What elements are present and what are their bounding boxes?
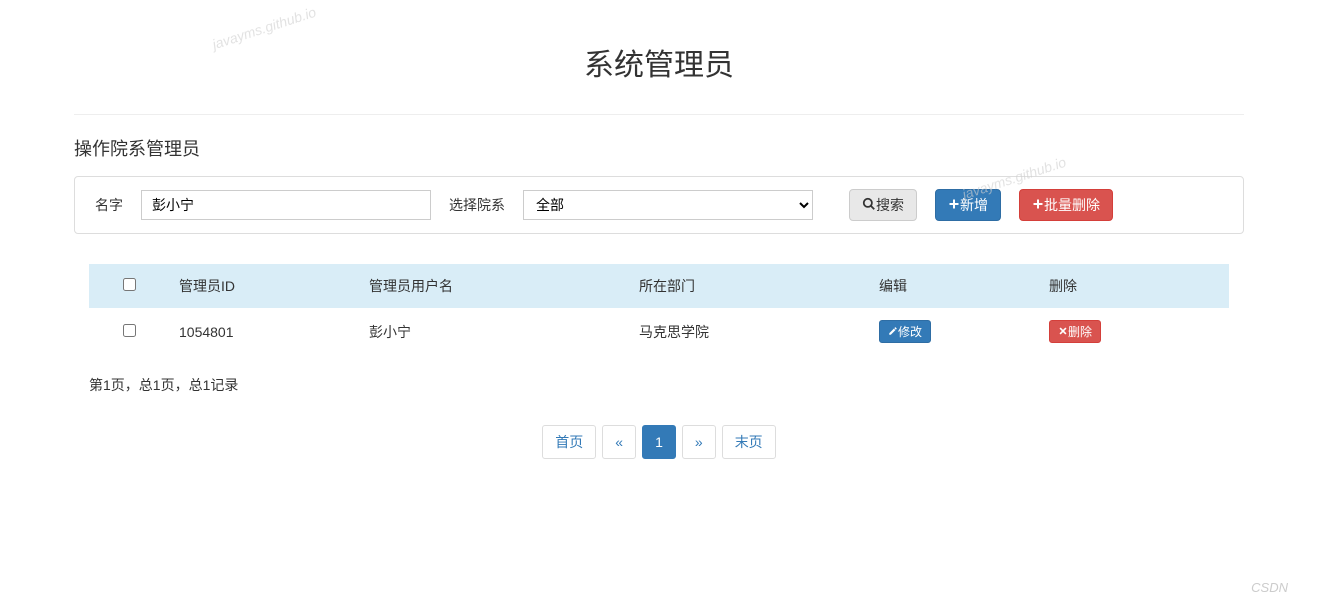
page-prev-button[interactable]: « (602, 425, 636, 459)
dept-label: 选择院系 (449, 195, 505, 215)
table-header-row: 管理员ID 管理员用户名 所在部门 编辑 删除 (89, 264, 1229, 308)
page-first-button[interactable]: 首页 (542, 425, 596, 459)
delete-button-label: 删除 (1068, 323, 1092, 340)
page-last-button[interactable]: 末页 (722, 425, 776, 459)
plus-icon (948, 197, 960, 213)
name-label: 名字 (95, 195, 123, 215)
close-icon (1058, 325, 1068, 339)
dept-select[interactable]: 全部 (523, 190, 813, 220)
search-button[interactable]: 搜索 (849, 189, 917, 221)
add-button-label: 新增 (960, 195, 988, 215)
cell-admin-id: 1054801 (169, 308, 359, 355)
pagination: 首页 « 1 » 末页 (74, 415, 1244, 489)
cell-department: 马克思学院 (629, 308, 869, 355)
page-info: 第1页，总1页，总1记录 (74, 375, 1244, 415)
table-row: 1054801 彭小宁 马克思学院 修改 (89, 308, 1229, 355)
admin-table: 管理员ID 管理员用户名 所在部门 编辑 删除 1054801 彭小宁 马克思学… (89, 264, 1229, 355)
sub-title: 操作院系管理员 (74, 135, 1244, 161)
search-icon (862, 197, 876, 214)
cell-edit: 修改 (869, 308, 1039, 355)
page-number-button[interactable]: 1 (642, 425, 676, 459)
bulk-delete-button[interactable]: 批量删除 (1019, 189, 1113, 221)
header-edit: 编辑 (869, 264, 1039, 308)
select-all-checkbox[interactable] (123, 278, 136, 291)
row-checkbox[interactable] (123, 324, 136, 337)
header-username: 管理员用户名 (359, 264, 629, 308)
add-button[interactable]: 新增 (935, 189, 1001, 221)
search-button-label: 搜索 (876, 195, 904, 215)
cell-delete: 删除 (1039, 308, 1229, 355)
header-department: 所在部门 (629, 264, 869, 308)
edit-button-label: 修改 (898, 323, 922, 340)
search-panel: 名字 选择院系 全部 搜索 新增 批量删除 (74, 176, 1244, 234)
plus-icon (1032, 197, 1044, 213)
delete-button[interactable]: 删除 (1049, 320, 1101, 343)
footer-watermark: CSDN (1251, 580, 1288, 595)
edit-button[interactable]: 修改 (879, 320, 931, 343)
pencil-icon (888, 325, 898, 339)
page-title: 系统管理员 (74, 0, 1244, 114)
header-checkbox-cell (89, 264, 169, 308)
bulk-delete-button-label: 批量删除 (1044, 195, 1100, 215)
divider (74, 114, 1244, 115)
header-delete: 删除 (1039, 264, 1229, 308)
name-input[interactable] (141, 190, 431, 220)
cell-username: 彭小宁 (359, 308, 629, 355)
row-checkbox-cell (89, 308, 169, 355)
page-next-button[interactable]: » (682, 425, 716, 459)
header-admin-id: 管理员ID (169, 264, 359, 308)
